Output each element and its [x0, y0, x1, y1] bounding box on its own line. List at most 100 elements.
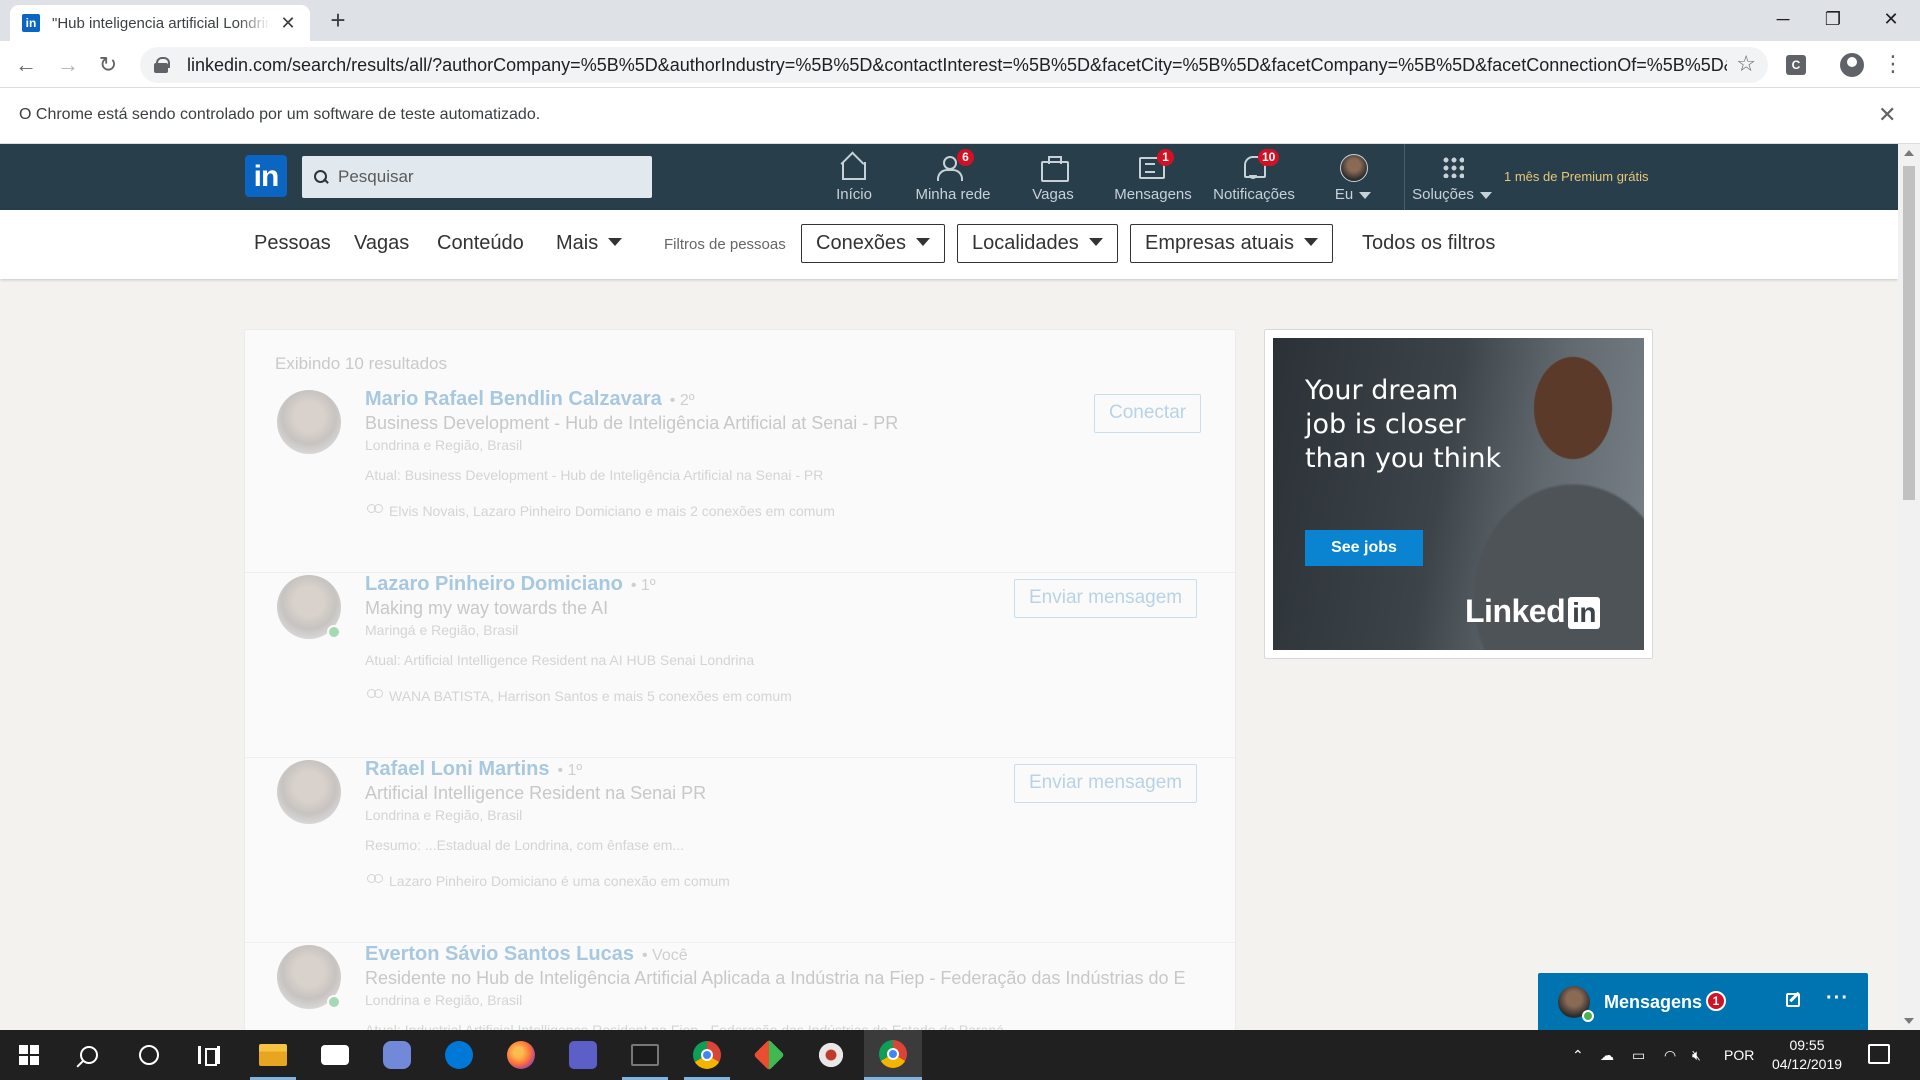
start-button[interactable] — [0, 1030, 58, 1080]
nav-home[interactable]: Início — [808, 154, 900, 203]
maximize-button[interactable]: ❐ — [1804, 0, 1862, 41]
discord-button[interactable] — [368, 1030, 426, 1080]
companies-filter-label: Empresas atuais — [1145, 232, 1294, 254]
connect-button[interactable]: Conectar — [1094, 394, 1202, 433]
scroll-up-arrow-icon[interactable] — [1904, 150, 1914, 156]
search-input[interactable] — [338, 167, 638, 187]
wifi-icon[interactable]: ◠ — [1664, 1030, 1676, 1080]
action-center-icon[interactable] — [1868, 1044, 1890, 1064]
mail-button[interactable] — [306, 1030, 364, 1080]
search-box[interactable] — [302, 156, 652, 198]
result-location: Maringá e Região, Brasil — [365, 622, 519, 638]
infobar-message: O Chrome está sendo controlado por um so… — [19, 106, 541, 123]
scroll-thumb[interactable] — [1903, 166, 1915, 500]
tab-close-icon[interactable]: ✕ — [278, 13, 298, 34]
chrome-active-button[interactable] — [864, 1030, 922, 1080]
online-status-dot — [327, 625, 341, 639]
connection-degree: • 1º — [557, 762, 583, 779]
reload-icon[interactable]: ↻ — [92, 49, 124, 81]
result-name[interactable]: Mario Rafael Bendlin Calzavara • 2º — [365, 388, 695, 411]
ad-card[interactable]: Your dream job is closer than you think … — [1264, 329, 1653, 659]
nav-messages[interactable]: 1 Mensagens — [1107, 149, 1199, 203]
git-button[interactable] — [740, 1030, 798, 1080]
messaging-title[interactable]: Mensagens — [1604, 992, 1702, 1013]
nav-network[interactable]: 6 Minha rede — [907, 149, 999, 203]
send-message-button[interactable]: Enviar mensagem — [1014, 764, 1198, 803]
clock-date: 04/12/2019 — [1771, 1056, 1843, 1072]
close-window-button[interactable]: ✕ — [1862, 0, 1920, 41]
volume-muted-icon[interactable]: 🔇︎ — [1692, 1030, 1701, 1080]
compose-icon[interactable] — [1786, 993, 1800, 1007]
companies-filter-button[interactable]: Empresas atuais — [1130, 224, 1333, 263]
browser-tab[interactable]: in "Hub inteligencia artificial Londrina… — [10, 5, 310, 41]
nav-notifications-label: Notificações — [1213, 186, 1295, 203]
new-tab-button[interactable]: + — [322, 4, 354, 36]
premium-link[interactable]: 1 mês de Premium grátis — [1504, 169, 1649, 184]
locations-filter-button[interactable]: Localidades — [957, 224, 1118, 263]
all-filters-button[interactable]: Todos os filtros — [1362, 232, 1495, 255]
locations-filter-label: Localidades — [972, 232, 1079, 254]
result-item[interactable]: Rafael Loni Martins • 1º Artificial Intel… — [245, 758, 1235, 943]
tab-people[interactable]: Pessoas — [254, 232, 331, 255]
result-name[interactable]: Everton Sávio Santos Lucas • Você — [365, 943, 688, 966]
back-arrow-icon[interactable]: ← — [10, 49, 42, 81]
language-indicator[interactable]: POR — [1724, 1030, 1754, 1080]
shared-connections[interactable]: Lazaro Pinheiro Domiciano é uma conexão … — [365, 873, 730, 889]
terminal-button[interactable] — [616, 1030, 674, 1080]
ad-banner-image[interactable]: Your dream job is closer than you think … — [1273, 338, 1644, 650]
task-view-button[interactable] — [180, 1030, 238, 1080]
chrome-button[interactable] — [678, 1030, 736, 1080]
bell-icon: 10 — [1208, 149, 1300, 180]
battery-icon[interactable]: ▭ — [1632, 1030, 1645, 1080]
file-explorer-button[interactable] — [244, 1030, 302, 1080]
firefox-button[interactable] — [492, 1030, 550, 1080]
nav-jobs[interactable]: Vagas — [1007, 154, 1099, 203]
taskbar-search[interactable] — [60, 1030, 118, 1080]
tray-chevron-up-icon[interactable]: ⌃ — [1572, 1030, 1584, 1080]
messages-badge: 1 — [1157, 149, 1174, 166]
chevron-down-icon — [1303, 237, 1318, 246]
nav-me[interactable]: Eu — [1307, 154, 1399, 203]
address-bar[interactable]: linkedin.com/search/results/all/?authorC… — [140, 47, 1768, 83]
menu-kebab-icon[interactable]: ⋮ — [1882, 49, 1904, 81]
tab-more[interactable]: Mais — [556, 232, 623, 255]
scroll-down-arrow-icon[interactable] — [1904, 1018, 1914, 1024]
chevron-down-icon — [1088, 237, 1103, 246]
messaging-dock[interactable]: Mensagens 1 ··· — [1538, 973, 1868, 1030]
result-item[interactable]: Everton Sávio Santos Lucas • Você Residen… — [245, 943, 1235, 1030]
edge-button[interactable] — [430, 1030, 488, 1080]
shared-connections[interactable]: WANA BATISTA, Harrison Santos e mais 5 c… — [365, 688, 792, 704]
profile-icon[interactable] — [1840, 53, 1864, 77]
shared-connections-text: Lazaro Pinheiro Domiciano é uma conexão … — [389, 873, 730, 889]
tab-content[interactable]: Conteúdo — [437, 232, 524, 255]
result-item[interactable]: Lazaro Pinheiro Domiciano • 1º Making my … — [245, 573, 1235, 758]
result-name[interactable]: Rafael Loni Martins • 1º — [365, 758, 582, 781]
avatar[interactable] — [277, 760, 341, 824]
url-text[interactable]: linkedin.com/search/results/all/?authorC… — [187, 55, 1727, 76]
extension-icon[interactable]: C — [1786, 55, 1806, 75]
shared-connections[interactable]: Elvis Novais, Lazaro Pinheiro Domiciano … — [365, 503, 835, 519]
more-options-icon[interactable]: ··· — [1826, 987, 1849, 1010]
see-jobs-button[interactable]: See jobs — [1305, 530, 1423, 566]
nav-notifications[interactable]: 10 Notificações — [1208, 149, 1300, 203]
forward-arrow-icon[interactable]: → — [52, 49, 84, 81]
teams-button[interactable] — [554, 1030, 612, 1080]
taskbar-clock[interactable]: 09:55 04/12/2019 — [1762, 1036, 1852, 1074]
bookmark-star-icon[interactable]: ☆ — [1736, 51, 1756, 77]
cortana-button[interactable] — [120, 1030, 178, 1080]
nav-solutions[interactable]: Soluções — [1406, 154, 1498, 203]
tab-jobs[interactable]: Vagas — [354, 232, 409, 255]
onedrive-icon[interactable]: ☁ — [1600, 1030, 1614, 1080]
connections-filter-button[interactable]: Conexões — [801, 224, 946, 263]
terminal-icon — [631, 1044, 659, 1066]
avatar[interactable] — [277, 390, 341, 454]
result-item[interactable]: Mario Rafael Bendlin Calzavara • 2º Busin… — [245, 388, 1235, 573]
page-scrollbar[interactable] — [1898, 144, 1920, 1030]
send-message-button[interactable]: Enviar mensagem — [1014, 579, 1198, 618]
result-name[interactable]: Lazaro Pinheiro Domiciano • 1º — [365, 573, 656, 596]
infobar-close-icon[interactable]: ✕ — [1878, 102, 1896, 128]
chevron-down-icon — [608, 237, 623, 246]
spider-app-button[interactable] — [802, 1030, 860, 1080]
windows-logo-icon — [19, 1045, 39, 1065]
linkedin-logo[interactable]: in — [245, 155, 287, 197]
